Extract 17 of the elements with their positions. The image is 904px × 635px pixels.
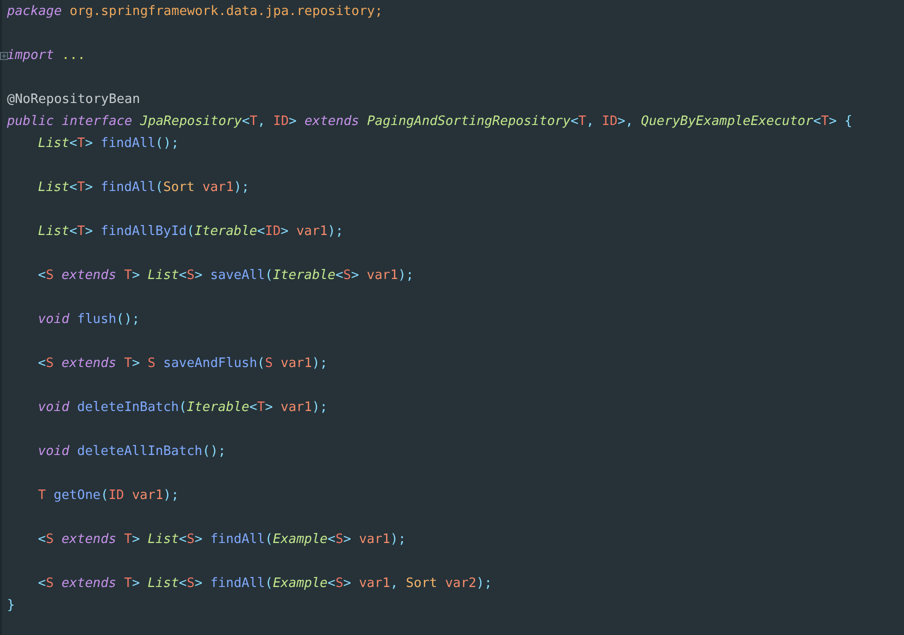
code-line: void flush(); xyxy=(38,311,140,329)
code-line: package org.springframework.data.jpa.repository; xyxy=(7,3,383,21)
code-line: } xyxy=(7,597,15,615)
code-line: <S extends T> List<S> findAll(Example<S> var1); xyxy=(38,531,406,549)
code-line: List<T> findAll(); xyxy=(38,135,179,153)
code-line: @NoRepositoryBean xyxy=(7,91,140,109)
code-line: List<T> findAllById(Iterable<ID> var1); xyxy=(38,223,344,241)
code-line: void deleteAllInBatch(); xyxy=(38,443,226,461)
code-line: public interface JpaRepository<T, ID> extends PagingAndSortingRepository<T, ID>, QueryByExampleExecutor<T> { xyxy=(7,113,852,131)
code-line: <S extends T> List<S> saveAll(Iterable<S> var1); xyxy=(38,267,414,285)
code-line: <S extends T> List<S> findAll(Example<S> var1, Sort var2); xyxy=(38,575,492,593)
code-line: void deleteInBatch(Iterable<T> var1); xyxy=(38,399,328,417)
code-line: <S extends T> S saveAndFlush(S var1); xyxy=(38,355,328,373)
fold-icon[interactable] xyxy=(0,52,8,60)
code-line: List<T> findAll(Sort var1); xyxy=(38,179,250,197)
code-line: import ... xyxy=(7,47,86,65)
code-line: T getOne(ID var1); xyxy=(38,487,179,505)
